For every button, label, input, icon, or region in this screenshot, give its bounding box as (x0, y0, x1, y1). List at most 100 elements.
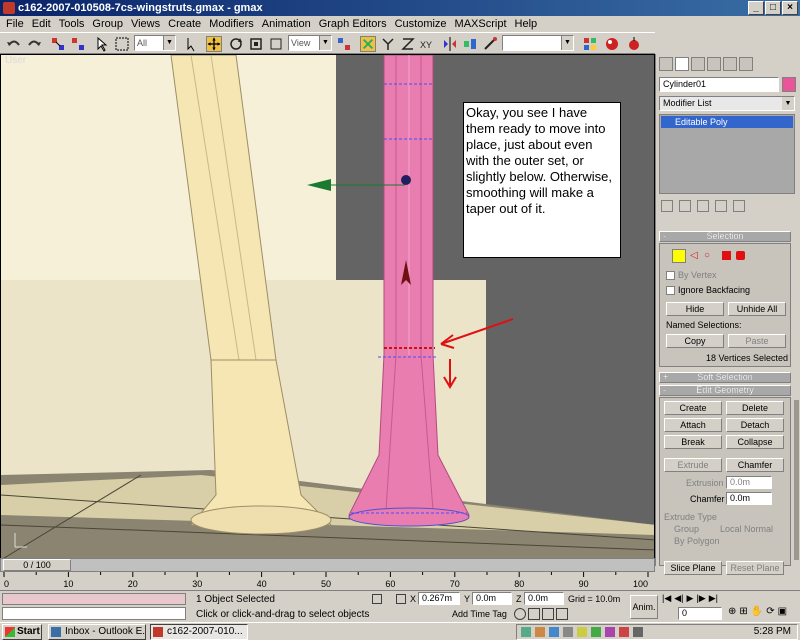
modify-tab-icon[interactable] (675, 57, 689, 71)
select-region-icon[interactable] (114, 36, 130, 52)
reference-coord-dropdown[interactable]: View ▼ (288, 35, 332, 51)
next-frame-icon[interactable]: |▶ (696, 593, 705, 605)
slice-plane-button[interactable]: Slice Plane (664, 561, 722, 575)
zoom-icon[interactable]: ⊕ (728, 606, 736, 620)
menu-maxscript[interactable]: MAXScript (451, 16, 511, 32)
maximize-button[interactable]: □ (765, 1, 781, 15)
break-button[interactable]: Break (664, 435, 722, 449)
start-button[interactable]: Start (2, 624, 42, 640)
element-subobject-icon[interactable] (736, 251, 745, 260)
unlink-selection-icon[interactable] (70, 36, 86, 52)
mirror-icon[interactable] (442, 36, 458, 52)
arc-rotate-icon[interactable]: ⟳ (766, 606, 774, 620)
zoom-all-icon[interactable]: ⊞ (739, 606, 747, 620)
tray-app-icon[interactable] (563, 627, 573, 637)
material-editor-icon[interactable] (582, 36, 598, 52)
extrude-button[interactable]: Extrude (664, 458, 722, 472)
menu-edit[interactable]: Edit (28, 16, 55, 32)
group-radio[interactable]: Group (674, 524, 699, 535)
selection-filter-dropdown[interactable]: All ▼ (134, 35, 176, 51)
absolute-mode-icon[interactable] (396, 594, 406, 604)
tray-app-icon[interactable] (605, 627, 615, 637)
tray-volume-icon[interactable] (633, 627, 643, 637)
z-coordinate-input[interactable]: 0.0m (524, 592, 564, 605)
hide-button[interactable]: Hide (666, 302, 724, 316)
undo-icon[interactable] (6, 36, 22, 52)
reset-plane-button[interactable]: Reset Plane (726, 561, 784, 575)
create-tab-icon[interactable] (659, 57, 673, 71)
spinner-snap-icon[interactable] (556, 608, 568, 620)
pivot-center-icon[interactable] (336, 36, 352, 52)
tray-app-icon[interactable] (535, 627, 545, 637)
restrict-to-xy-icon[interactable]: XY (420, 36, 436, 52)
tray-network-icon[interactable] (521, 627, 531, 637)
align-icon[interactable] (462, 36, 478, 52)
restrict-to-z-icon[interactable] (400, 36, 416, 52)
create-button[interactable]: Create (664, 401, 722, 415)
select-by-name-icon[interactable] (184, 36, 200, 52)
taskbar-gmax[interactable]: c162-2007-010... (150, 624, 248, 640)
current-frame-input[interactable]: 0 (678, 607, 722, 620)
menu-create[interactable]: Create (164, 16, 205, 32)
object-name-input[interactable]: Cylinder01 (659, 77, 779, 92)
delete-button[interactable]: Delete (726, 401, 784, 415)
paste-button[interactable]: Paste (728, 334, 786, 348)
chamfer-amount-input[interactable]: 0.0m (726, 492, 772, 505)
maximize-viewport-icon[interactable]: ▣ (778, 606, 787, 620)
play-icon[interactable]: ▶ (687, 593, 694, 605)
pin-stack-icon[interactable] (661, 200, 673, 212)
pan-icon[interactable]: ✋ (751, 606, 763, 620)
attach-button[interactable]: Attach (664, 418, 722, 432)
copy-button[interactable]: Copy (666, 334, 724, 348)
select-and-move-icon[interactable] (206, 36, 222, 52)
taskbar-outlook[interactable]: Inbox - Outlook E... (48, 624, 146, 640)
viewport-label[interactable]: User (5, 55, 26, 66)
by-polygon-radio[interactable]: By Polygon (674, 536, 720, 547)
motion-tab-icon[interactable] (707, 57, 721, 71)
edit-geometry-rollout-header[interactable]: - Edit Geometry (659, 385, 791, 396)
lock-selection-icon[interactable] (372, 594, 382, 604)
close-button[interactable]: × (782, 1, 798, 15)
tray-app-icon[interactable] (577, 627, 587, 637)
ignore-backfacing-checkbox[interactable] (666, 286, 675, 295)
select-and-scale-icon[interactable] (248, 36, 264, 52)
user-viewport[interactable]: User Okay, you see I have them ready to … (0, 54, 655, 566)
minimize-button[interactable]: _ (748, 1, 764, 15)
render-scene-icon[interactable] (604, 36, 620, 52)
remove-modifier-icon[interactable] (715, 200, 727, 212)
select-and-rotate-icon[interactable] (228, 36, 244, 52)
display-tab-icon[interactable] (723, 57, 737, 71)
soft-selection-rollout-header[interactable]: + Soft Selection (659, 372, 791, 383)
collapse-button[interactable]: Collapse (726, 435, 784, 449)
menu-animation[interactable]: Animation (258, 16, 315, 32)
spacing-tool-icon[interactable] (482, 36, 498, 52)
edge-subobject-icon[interactable]: ◁ (690, 250, 702, 262)
maxscript-input[interactable] (2, 607, 186, 620)
select-object-icon[interactable] (94, 36, 110, 52)
stack-item-editable-poly[interactable]: Editable Poly (661, 116, 793, 128)
detach-button[interactable]: Detach (726, 418, 784, 432)
y-coordinate-input[interactable]: 0.0m (472, 592, 512, 605)
object-color-swatch[interactable] (782, 77, 796, 92)
by-vertex-checkbox[interactable] (666, 271, 675, 280)
menu-views[interactable]: Views (127, 16, 164, 32)
select-and-link-icon[interactable] (50, 36, 66, 52)
snap-toggle-icon[interactable] (514, 608, 526, 620)
menu-group[interactable]: Group (88, 16, 127, 32)
gizmo-pivot[interactable] (401, 175, 411, 185)
time-slider-track[interactable]: 0 / 100 (0, 558, 655, 572)
animate-button[interactable]: Anim. (630, 595, 658, 619)
modifier-list-dropdown[interactable]: Modifier List ▼ (659, 96, 795, 111)
angle-snap-icon[interactable] (528, 608, 540, 620)
menu-tools[interactable]: Tools (55, 16, 89, 32)
chamfer-button[interactable]: Chamfer (726, 458, 784, 472)
menu-help[interactable]: Help (511, 16, 542, 32)
selection-rollout-header[interactable]: - Selection (659, 231, 791, 242)
redo-icon[interactable] (26, 36, 42, 52)
go-to-end-icon[interactable]: ▶| (709, 593, 718, 605)
menu-modifiers[interactable]: Modifiers (205, 16, 258, 32)
restrict-to-x-icon[interactable] (360, 36, 376, 52)
configure-sets-icon[interactable] (733, 200, 745, 212)
hierarchy-tab-icon[interactable] (691, 57, 705, 71)
restrict-to-y-icon[interactable] (380, 36, 396, 52)
